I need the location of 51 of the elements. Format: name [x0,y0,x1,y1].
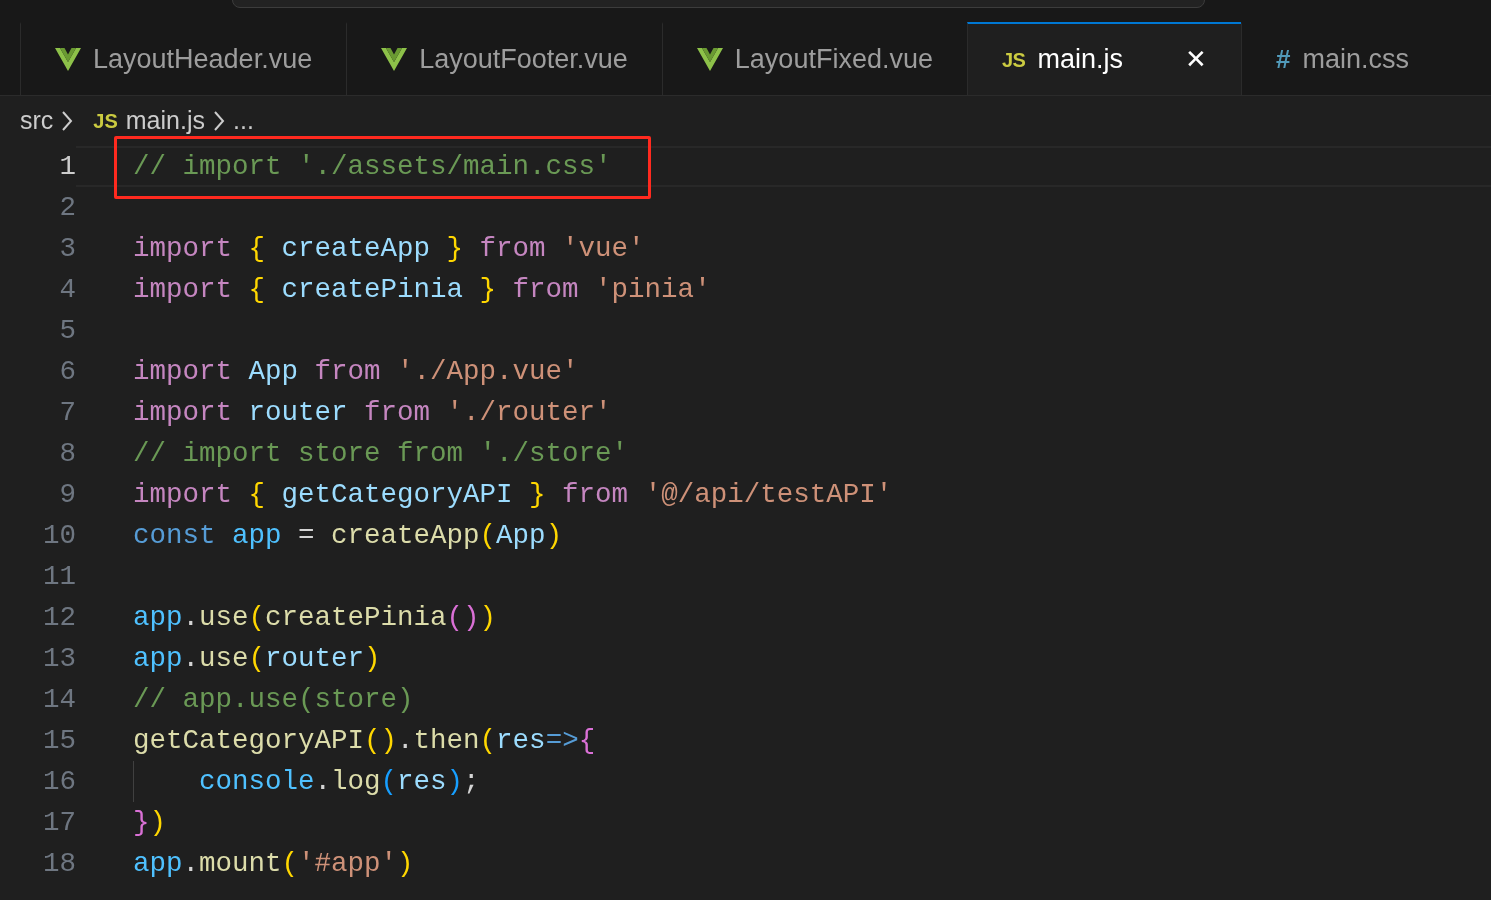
close-icon[interactable]: ✕ [1184,40,1207,79]
line-number: 6 [58,354,76,389]
code-line: }) [133,805,167,840]
css-file-icon: # [1275,40,1291,79]
tab-label: main.css [1302,43,1409,77]
code-line: const app = createApp(App) [133,518,563,553]
line-number: 7 [58,395,76,430]
line-number: 16 [42,764,76,799]
breadcrumb-item[interactable]: src [20,102,54,140]
code-line: console.log(res); [199,764,480,799]
line-number: 8 [58,436,76,471]
line-number: 13 [42,641,76,676]
line-number: 9 [58,477,76,512]
line-number: 10 [42,518,76,553]
breadcrumb-item[interactable]: ... [233,102,254,140]
tab-label: LayoutFooter.vue [419,43,628,77]
tab-label: LayoutFixed.vue [734,43,933,77]
line-number: 17 [42,805,76,840]
line-number: 1 [58,149,76,184]
vue-logo-icon [696,47,723,72]
code-line: app.use(createPinia()) [133,600,497,635]
chevron-right-icon [61,110,74,132]
js-file-icon: JS [1001,44,1026,75]
code-line: app.use(router) [133,641,381,676]
code-line: // import './assets/main.css' [133,149,612,184]
tab-label: main.js [1037,43,1123,77]
line-number: 12 [42,600,76,635]
line-number: 3 [58,231,76,266]
code-line: getCategoryAPI().then(res=>{ [133,723,596,758]
code-line: app.mount('#app') [133,846,414,881]
code-line: import router from './router' [133,395,612,430]
line-number: 4 [58,272,76,307]
code-line: // import store from './store' [133,436,629,471]
chevron-right-icon [213,110,225,132]
line-number: 11 [42,559,76,594]
code-line: // app.use(store) [133,682,414,717]
tab-label: LayoutHeader.vue [93,43,313,77]
line-number: 15 [42,723,76,758]
vue-logo-icon [55,47,81,72]
code-line: import App from './App.vue' [133,354,579,389]
line-number: 2 [58,190,76,225]
breadcrumb-item[interactable]: main.js [125,102,205,140]
line-number: 14 [42,682,76,717]
code-line: import { createPinia } from 'pinia' [133,272,711,307]
code-line: import { createApp } from 'vue' [133,231,645,266]
line-number: 5 [58,313,76,348]
js-file-icon: JS [93,106,118,136]
vue-logo-icon [381,47,408,72]
code-line: import { getCategoryAPI } from '@/api/testAPI' [133,477,893,512]
editor-tab[interactable]: JS main.js ✕ [966,22,1241,95]
line-number: 18 [42,846,76,881]
